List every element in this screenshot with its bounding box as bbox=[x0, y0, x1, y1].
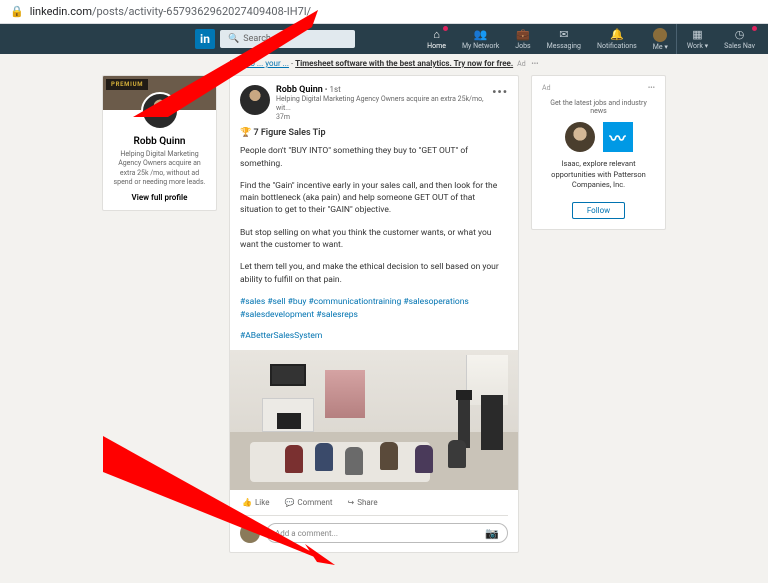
ad-card: Ad ••• Get the latest jobs and industry … bbox=[531, 75, 666, 230]
premium-badge: PREMIUM bbox=[106, 79, 148, 90]
post-hashtags[interactable]: #sales #sell #buy #communicationtraining… bbox=[240, 296, 508, 342]
post-actions: 👍Like 💬Comment ↪Share bbox=[240, 490, 508, 516]
post-body: People don't "BUY INTO" something they b… bbox=[240, 145, 508, 286]
comment-input[interactable]: Add a comment... 📷 bbox=[266, 523, 508, 543]
compass-icon: ◷ bbox=[735, 29, 745, 41]
ad-menu[interactable]: ••• bbox=[530, 60, 539, 68]
nav-jobs-label: Jobs bbox=[515, 42, 530, 50]
nav-notifications-label: Notifications bbox=[597, 42, 637, 50]
nav-messaging-label: Messaging bbox=[547, 42, 581, 50]
sponsored-banner[interactable]: KPIs to ... your ... - Timesheet softwar… bbox=[0, 54, 768, 73]
profile-card: PREMIUM Robb Quinn Helping Digital Marke… bbox=[102, 75, 217, 211]
nav-network-label: My Network bbox=[462, 42, 499, 50]
profile-avatar[interactable] bbox=[141, 92, 179, 130]
sponsored-text[interactable]: Timesheet software with the best analyti… bbox=[295, 59, 513, 68]
search-placeholder: Search bbox=[243, 34, 271, 44]
nav-me-label: Me bbox=[653, 43, 663, 51]
nav-notifications[interactable]: 🔔Notifications bbox=[589, 24, 645, 54]
post-image[interactable] bbox=[230, 350, 518, 490]
search-input[interactable]: 🔍 Search bbox=[220, 30, 355, 48]
jobs-icon: 💼 bbox=[516, 29, 530, 41]
url-path: /posts/activity-6579362962027409408-IH7l… bbox=[92, 5, 311, 18]
like-button[interactable]: 👍Like bbox=[242, 498, 269, 507]
post-author[interactable]: Robb Quinn • 1st bbox=[276, 85, 492, 95]
post-title: 🏆 7 Figure Sales Tip bbox=[240, 128, 508, 138]
nav-home[interactable]: ⌂Home bbox=[419, 24, 454, 54]
grid-icon: ▦ bbox=[692, 29, 702, 41]
nav-messaging[interactable]: ✉Messaging bbox=[539, 24, 589, 54]
camera-icon[interactable]: 📷 bbox=[485, 527, 499, 540]
lock-icon: 🔒 bbox=[10, 5, 24, 18]
comment-button[interactable]: 💬Comment bbox=[284, 498, 332, 507]
home-icon: ⌂ bbox=[433, 29, 440, 41]
bell-icon: 🔔 bbox=[610, 29, 624, 41]
post-author-avatar[interactable] bbox=[240, 85, 270, 115]
topnav: in 🔍 Search ⌂Home 👥My Network 💼Jobs ✉Mes… bbox=[0, 24, 768, 54]
comment-icon: 💬 bbox=[284, 498, 294, 507]
profile-headline: Helping Digital Marketing Agency Owners … bbox=[103, 150, 216, 188]
post-author-headline: Helping Digital Marketing Agency Owners … bbox=[276, 95, 492, 113]
nav-network[interactable]: 👥My Network bbox=[454, 24, 507, 54]
notification-dot bbox=[443, 26, 448, 31]
post-menu[interactable]: ••• bbox=[492, 85, 508, 99]
like-icon: 👍 bbox=[242, 498, 252, 507]
nav-sales-label: Sales Nav bbox=[724, 42, 755, 50]
search-icon: 🔍 bbox=[228, 34, 239, 44]
ad-user-avatar bbox=[565, 122, 595, 152]
notification-dot bbox=[752, 26, 757, 31]
comment-placeholder: Add a comment... bbox=[275, 529, 338, 538]
linkedin-logo[interactable]: in bbox=[195, 29, 215, 49]
ad-label: Ad bbox=[542, 84, 551, 92]
messaging-icon: ✉ bbox=[559, 29, 568, 41]
network-icon: 👥 bbox=[474, 29, 488, 41]
nav-sales[interactable]: ◷Sales Nav bbox=[716, 24, 763, 54]
ad-tag: Ad bbox=[517, 60, 526, 68]
post-time: 37m bbox=[276, 113, 492, 121]
post-card: Robb Quinn • 1st Helping Digital Marketi… bbox=[229, 75, 519, 553]
url-host: linkedin.com bbox=[30, 5, 92, 18]
nav-work-label: Work bbox=[687, 42, 703, 50]
ad-subtitle: Get the latest jobs and industry news bbox=[542, 99, 655, 115]
ad-menu-icon[interactable]: ••• bbox=[648, 84, 655, 92]
share-icon: ↪ bbox=[348, 498, 355, 507]
nav-work[interactable]: ▦Work ▾ bbox=[676, 24, 716, 54]
nav-me[interactable]: Me ▾ bbox=[645, 24, 676, 54]
ad-text: Isaac, explore relevant opportunities wi… bbox=[542, 159, 655, 191]
share-button[interactable]: ↪Share bbox=[348, 498, 378, 507]
url-bar[interactable]: 🔒 linkedin.com/posts/activity-6579362962… bbox=[0, 0, 768, 24]
avatar bbox=[653, 28, 667, 42]
sponsored-lead[interactable]: KPIs to ... your ... bbox=[229, 59, 288, 68]
view-full-profile[interactable]: View full profile bbox=[103, 193, 216, 202]
profile-name[interactable]: Robb Quinn bbox=[103, 136, 216, 147]
nav-jobs[interactable]: 💼Jobs bbox=[507, 24, 538, 54]
commenter-avatar bbox=[240, 523, 260, 543]
ad-company-logo[interactable]: 〰 bbox=[603, 122, 633, 152]
nav-home-label: Home bbox=[427, 42, 446, 50]
follow-button[interactable]: Follow bbox=[572, 202, 625, 219]
